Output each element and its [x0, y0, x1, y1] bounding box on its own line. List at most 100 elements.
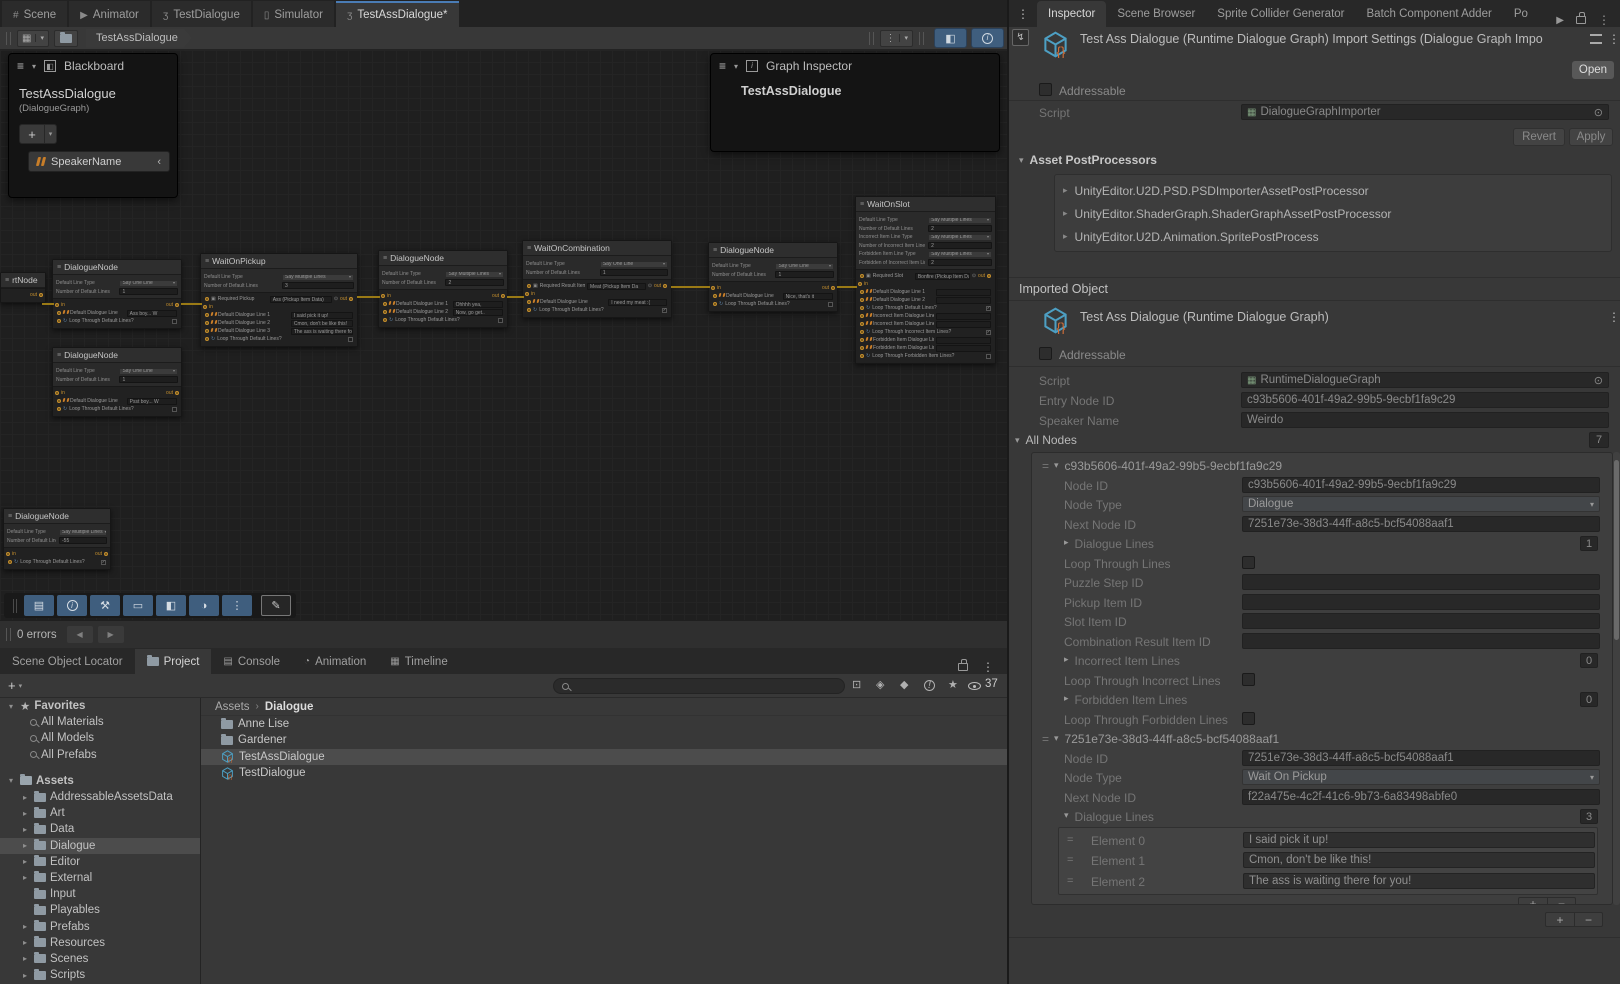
property-foldout[interactable]: ▸Dialogue Lines	[1064, 537, 1154, 551]
property-dropdown[interactable]: Dialogue▾	[1242, 496, 1600, 512]
tree-folder-scripts[interactable]: ▸Scripts	[0, 967, 200, 983]
float-toolbar-drag-handle[interactable]	[13, 599, 17, 613]
property-field[interactable]: c93b5606-401f-49a2-99b5-9ecbf1fa9c29	[1242, 477, 1600, 493]
out-port[interactable]: out	[166, 390, 179, 396]
inspector-tab-inspector[interactable]: Inspector	[1037, 1, 1106, 27]
field-value[interactable]: Ohhhh yea,	[453, 301, 503, 308]
blackboard-toggle-button[interactable]: ◧	[934, 28, 967, 48]
add-element-button[interactable]: +	[1519, 898, 1547, 906]
node-field-row[interactable]: Default Dialogue Line 1	[856, 288, 995, 296]
out-port[interactable]: out	[654, 283, 667, 289]
config-dropdown[interactable]: Say Multiple Lines▾	[445, 271, 504, 278]
graph-node-dialoguenode[interactable]: ≡DialogueNodeDefault Line TypeSay Multip…	[378, 250, 508, 328]
graph-node-rtnode[interactable]: ≡rtNode out	[0, 272, 46, 303]
node-field-row[interactable]: Default Dialogue Line 2Cmon, don't be li…	[201, 319, 357, 327]
foldout-arrow-icon[interactable]: ▾	[6, 776, 16, 785]
node-field-row[interactable]: ↻Loop Through Forbidden Item Lines?	[856, 352, 995, 360]
array-count[interactable]: 0	[1580, 653, 1598, 668]
node-collapse-icon[interactable]: ≡	[205, 258, 209, 265]
remove-element-button[interactable]: −	[1574, 913, 1602, 926]
node-field-row[interactable]: ↻Loop Through Default Lines?✓	[4, 558, 110, 566]
in-port[interactable]: in	[55, 390, 65, 396]
kebab-icon[interactable]: ⋮	[1598, 13, 1610, 27]
tree-folder-input[interactable]: Input	[0, 886, 200, 902]
field-value[interactable]	[936, 297, 991, 304]
next-error-button[interactable]: ▶	[98, 626, 124, 643]
breadcrumb-root[interactable]: Assets	[215, 701, 250, 713]
reorder-handle-icon[interactable]: =	[1067, 854, 1072, 866]
lock-icon[interactable]	[1576, 16, 1586, 24]
property-foldout[interactable]: ▾Dialogue Lines	[1064, 810, 1154, 824]
open-button[interactable]: Open	[1572, 61, 1614, 79]
object-field[interactable]: Bonfire (Pickup Item Da	[915, 273, 970, 280]
foldout-arrow-icon[interactable]: ▸	[20, 793, 30, 802]
tree-folder-scenes[interactable]: ▸Scenes	[0, 951, 200, 967]
reorder-handle-icon[interactable]: =	[1042, 459, 1048, 473]
apply-button[interactable]: Apply	[1569, 128, 1613, 146]
foldout-arrow-icon[interactable]: ▸	[1063, 231, 1068, 242]
favorites-star-icon[interactable]: ★	[948, 678, 958, 691]
field-value[interactable]: Ass boy... W	[127, 310, 177, 317]
field-checkbox[interactable]	[348, 337, 353, 342]
foldout-arrow-icon[interactable]: ▸	[1063, 185, 1068, 196]
window-button[interactable]: ▭	[123, 595, 153, 616]
blackboard-field-speakername[interactable]: SpeakerName ‹	[28, 151, 170, 172]
field-checkbox[interactable]: ✓	[986, 306, 991, 311]
property-field[interactable]	[1242, 613, 1600, 629]
property-field[interactable]: 7251e73e-38d3-44ff-a8c5-bcf54088aaf1	[1242, 516, 1600, 532]
console-button[interactable]: ▤	[24, 595, 54, 616]
object-picker-icon[interactable]: ⊙	[1594, 106, 1603, 119]
in-port[interactable]: in	[525, 291, 535, 297]
object-picker-icon[interactable]: ⊙	[972, 273, 976, 279]
panel-tab-project[interactable]: Project	[135, 649, 212, 674]
field-value[interactable]: Cmon, don't be like this!	[291, 320, 353, 327]
scrollbar-thumb[interactable]	[1614, 460, 1619, 640]
graph-inspector-toggle-button[interactable]: i	[971, 28, 1004, 48]
object-picker-icon[interactable]: ⊙	[334, 296, 338, 302]
inspector-scrollbar[interactable]	[1613, 452, 1620, 905]
object-field[interactable]: Meat (Pickup Item Da	[587, 283, 646, 290]
node-field-row[interactable]: ↻Loop Through Default Lines?	[201, 335, 357, 343]
panel-tab-timeline[interactable]: ▦Timeline	[378, 649, 459, 674]
graph-canvas[interactable]: ≡ ▾ ◧ Blackboard TestAssDialogue (Dialog…	[0, 50, 1008, 620]
node-field-row[interactable]: Default Dialogue Line 1I said pick it up…	[201, 311, 357, 319]
config-dropdown[interactable]: Say One Line▾	[600, 261, 668, 268]
reorder-handle-icon[interactable]: =	[1042, 732, 1048, 746]
file-row-gardener[interactable]: Gardener	[201, 732, 1008, 748]
out-port[interactable]: out	[30, 292, 43, 298]
graph-node-waitoncombination[interactable]: ≡WaitOnCombinationDefault Line TypeSay O…	[522, 240, 672, 318]
tree-item-all-prefabs[interactable]: All Prefabs	[0, 747, 200, 763]
inspector-tab-scene-browser[interactable]: Scene Browser	[1106, 1, 1206, 27]
field-value[interactable]: Nice, that's it	[783, 293, 833, 300]
reorder-handle-icon[interactable]: =	[1067, 875, 1072, 887]
graph-inspector-panel[interactable]: ≡ ▾ i Graph Inspector TestAssDialogue	[710, 53, 1000, 152]
node-title-bar[interactable]: ≡WaitOnCombination	[523, 241, 671, 256]
node-title-bar[interactable]: ≡DialogueNode	[709, 243, 837, 258]
field-value[interactable]	[936, 289, 991, 296]
asset-store-icon[interactable]: ◈	[876, 678, 884, 691]
postprocessor-item[interactable]: ▸UnityEditor.U2D.Animation.SpritePostPro…	[1055, 225, 1611, 248]
foldout-arrow-icon[interactable]: ▸	[20, 938, 30, 947]
node-field-row[interactable]: Forbidden Item Dialogue Line 1	[856, 336, 995, 344]
node-field-row[interactable]: Default Dialogue Line 3The ass is waitin…	[201, 327, 357, 335]
field-value[interactable]	[936, 321, 991, 328]
reorder-handle-icon[interactable]: =	[1067, 834, 1072, 846]
node-title-bar[interactable]: ≡rtNode	[1, 273, 45, 288]
field-value[interactable]: I need my meat :(	[608, 299, 667, 306]
property-dropdown[interactable]: Wait On Pickup▾	[1242, 769, 1600, 785]
in-port[interactable]: in	[55, 302, 65, 308]
in-port[interactable]: in	[381, 293, 391, 299]
pen-button[interactable]: ✎	[261, 595, 291, 616]
node-group-header[interactable]: =▾c93b5606-401f-49a2-99b5-9ecbf1fa9c29	[1032, 456, 1612, 476]
out-port[interactable]: out	[822, 285, 835, 291]
tab-scroll-right-icon[interactable]: ▶	[1556, 15, 1564, 26]
object-picker-icon[interactable]: ⊙	[1594, 374, 1603, 387]
field-checkbox[interactable]	[498, 318, 503, 323]
file-row-anne-lise[interactable]: Anne Lise	[201, 716, 1008, 732]
field-value[interactable]	[936, 313, 991, 320]
in-port[interactable]: in	[6, 551, 16, 557]
element-field[interactable]: I said pick it up!	[1243, 832, 1595, 848]
object-addressable-checkbox[interactable]	[1039, 347, 1052, 360]
field-checkbox[interactable]: ✓	[986, 330, 991, 335]
postprocessor-item[interactable]: ▸UnityEditor.U2D.PSD.PSDImporterAssetPos…	[1055, 179, 1611, 202]
